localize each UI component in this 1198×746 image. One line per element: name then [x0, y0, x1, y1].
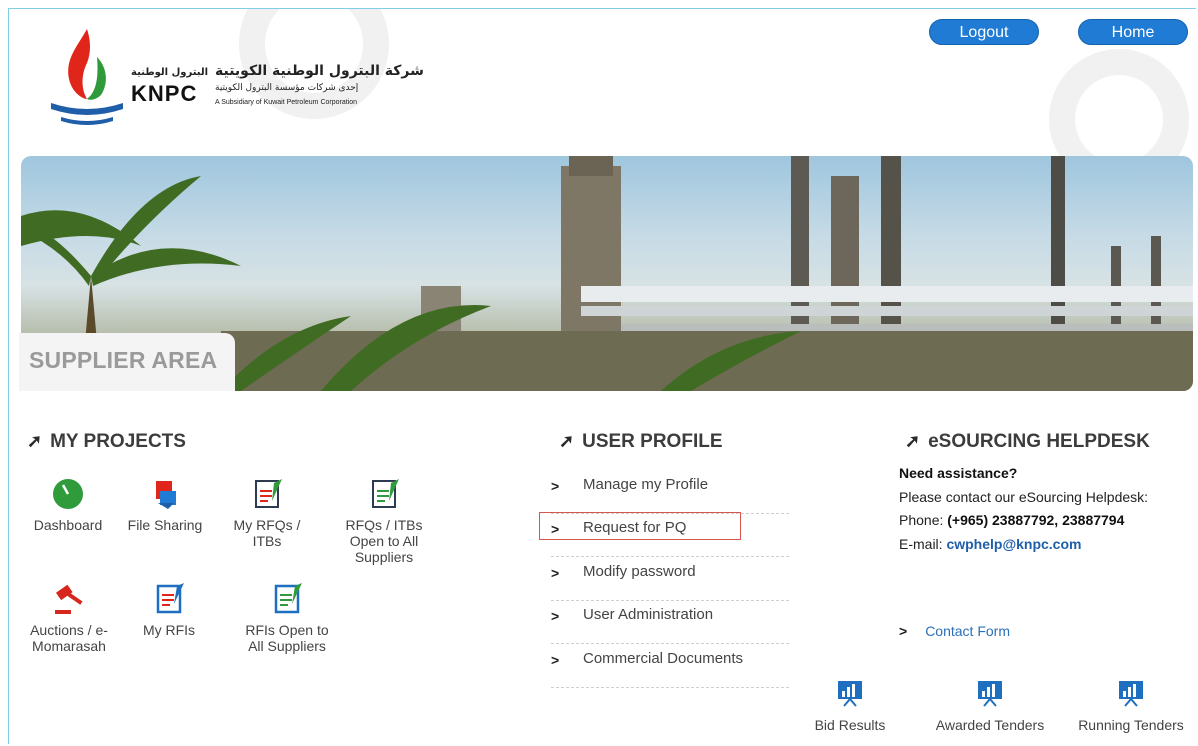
my-projects-heading: ➚ MY PROJECTS	[27, 431, 186, 453]
presentation-chart-icon	[1119, 681, 1143, 707]
home-button[interactable]: Home	[1078, 19, 1188, 45]
logo-subsidiary-text: A Subsidiary of Kuwait Petroleum Corpora…	[215, 99, 358, 106]
project-tile-my-rfqs[interactable]: My RFQs / ITBs	[217, 477, 317, 549]
project-label: Auctions / e-	[30, 622, 108, 638]
chevron-right-icon: >	[551, 565, 560, 581]
rfq-open-document-icon	[372, 479, 399, 508]
arrow-up-right-icon: ➚	[27, 431, 43, 451]
chevron-right-icon: >	[899, 623, 908, 639]
rfi-document-icon	[156, 583, 184, 614]
highlight-box	[539, 512, 741, 540]
user-profile-heading-text: USER PROFILE	[582, 431, 723, 452]
profile-item-label: User Administration	[583, 606, 714, 623]
arrow-up-right-icon: ➚	[559, 431, 575, 451]
bottom-link-label: Bid Results	[814, 717, 886, 733]
project-label: My RFQs /	[233, 517, 301, 533]
helpdesk-need-assistance: Need assistance?	[899, 465, 1017, 481]
bottom-link-label: Running Tenders	[1078, 717, 1184, 733]
file-sharing-icon	[156, 481, 176, 509]
running-tenders-link[interactable]: Running Tenders	[1067, 679, 1195, 733]
project-label: Open to All	[349, 533, 419, 549]
project-tile-rfis-open[interactable]: RFIs Open to All Suppliers	[229, 582, 345, 654]
helpdesk-heading: ➚ eSOURCING HELPDESK	[905, 431, 1150, 453]
flame-logo-icon	[51, 29, 123, 125]
email-link[interactable]: cwphelp@knpc.com	[946, 536, 1081, 552]
profile-item-label: Manage my Profile	[583, 476, 709, 493]
chevron-right-icon: >	[551, 478, 560, 494]
presentation-chart-icon	[838, 681, 862, 707]
auction-gavel-icon	[55, 584, 83, 614]
profile-item-label: Modify password	[583, 563, 696, 580]
user-profile-heading: ➚ USER PROFILE	[559, 431, 723, 453]
awarded-tenders-link[interactable]: Awarded Tenders	[925, 679, 1055, 733]
logo-arabic-short: البترول الوطنية	[131, 67, 209, 78]
bid-results-link[interactable]: Bid Results	[805, 679, 895, 733]
project-label: File Sharing	[127, 517, 203, 533]
chevron-right-icon: >	[551, 652, 560, 668]
logo-arabic-main: شركة البترول الوطنية الكويتية	[215, 63, 424, 79]
page-frame: شركة البترول الوطنية الكويتية البترول ال…	[8, 8, 1196, 744]
helpdesk-heading-text: eSOURCING HELPDESK	[928, 431, 1150, 452]
contact-form-link[interactable]: > Contact Form	[899, 623, 1010, 639]
logo-arabic-sub: إحدى شركات مؤسسة البترول الكويتية	[215, 83, 359, 93]
project-tile-dashboard[interactable]: Dashboard	[23, 477, 113, 533]
email-label: E-mail:	[899, 536, 947, 552]
phone-label: Phone:	[899, 512, 948, 528]
knpc-logo[interactable]: شركة البترول الوطنية الكويتية البترول ال…	[47, 27, 424, 127]
logo-knpc-text: KNPC	[131, 81, 198, 106]
project-label: All Suppliers	[248, 638, 326, 654]
dashboard-clock-icon	[53, 479, 83, 509]
helpdesk-phone: Phone: (+965) 23887792, 23887794	[899, 512, 1124, 528]
project-tile-auctions[interactable]: Auctions / e- Momarasah	[17, 582, 121, 654]
my-projects-heading-text: MY PROJECTS	[50, 431, 186, 452]
profile-item-manage-profile[interactable]: > Manage my Profile	[551, 470, 789, 514]
logout-button[interactable]: Logout	[929, 19, 1039, 45]
project-tile-file-sharing[interactable]: File Sharing	[117, 477, 213, 533]
project-label: RFIs Open to	[245, 622, 329, 638]
presentation-chart-icon	[978, 681, 1002, 707]
supplier-area-title: SUPPLIER AREA	[29, 347, 218, 373]
phone-value: (+965) 23887792, 23887794	[947, 512, 1125, 528]
arrow-up-right-icon: ➚	[905, 431, 921, 451]
helpdesk-contact-text: Please contact our eSourcing Helpdesk:	[899, 489, 1149, 505]
chevron-right-icon: >	[551, 608, 560, 624]
project-label: My RFIs	[142, 622, 196, 638]
need-assistance-text: Need assistance?	[899, 465, 1018, 481]
profile-item-label: Commercial Documents	[583, 650, 744, 667]
bottom-link-label: Awarded Tenders	[935, 717, 1045, 733]
project-label: Suppliers	[354, 549, 414, 565]
project-tile-rfqs-open[interactable]: RFQs / ITBs Open to All Suppliers	[329, 477, 439, 565]
rfq-document-icon	[255, 479, 282, 508]
profile-item-commercial-docs[interactable]: > Commercial Documents	[551, 644, 789, 688]
project-tile-my-rfis[interactable]: My RFIs	[127, 582, 211, 638]
project-label: ITBs	[252, 533, 282, 549]
project-label: Momarasah	[32, 638, 106, 654]
rfi-open-document-icon	[274, 583, 302, 614]
contact-form-label: Contact Form	[925, 623, 1010, 639]
project-label: RFQs / ITBs	[345, 517, 423, 533]
project-label: Dashboard	[33, 517, 103, 533]
helpdesk-email: E-mail: cwphelp@knpc.com	[899, 536, 1081, 552]
profile-item-user-admin[interactable]: > User Administration	[551, 600, 789, 644]
profile-item-modify-password[interactable]: > Modify password	[551, 557, 789, 601]
